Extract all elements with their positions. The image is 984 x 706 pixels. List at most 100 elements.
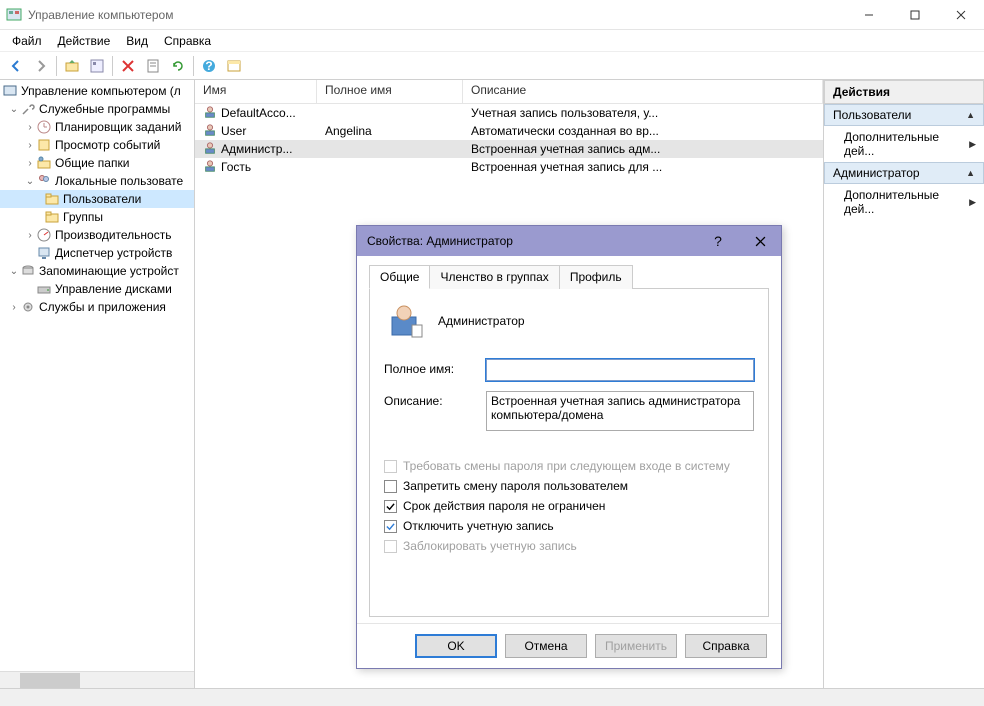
list-row[interactable]: User Angelina Автоматически созданная во в…: [195, 122, 823, 140]
fullname-field[interactable]: [486, 359, 754, 381]
menu-view[interactable]: Вид: [118, 34, 156, 48]
check-label: Заблокировать учетную запись: [403, 539, 577, 553]
actions-more-2[interactable]: Дополнительные дей... ▶: [824, 184, 984, 220]
cell-desc: Встроенная учетная запись адм...: [471, 142, 660, 156]
tree-scrollbar-horizontal[interactable]: [0, 671, 194, 688]
clock-icon: [36, 119, 52, 135]
help-button[interactable]: ?: [197, 54, 221, 78]
tree-label: Запоминающие устройст: [39, 264, 179, 278]
properties-button[interactable]: [141, 54, 165, 78]
tree-shared-folders[interactable]: › Общие папки: [0, 154, 194, 172]
tree-label: Служебные программы: [39, 102, 170, 116]
col-fullname[interactable]: Полное имя: [317, 80, 463, 103]
minimize-button[interactable]: [846, 0, 892, 30]
tree-label: Планировщик заданий: [55, 120, 181, 134]
expand-icon[interactable]: ›: [24, 158, 36, 169]
ok-button[interactable]: OK: [415, 634, 497, 658]
cell-desc: Встроенная учетная запись для ...: [471, 160, 662, 174]
menu-file[interactable]: Файл: [4, 34, 50, 48]
dialog-title: Свойства: Администратор: [367, 234, 697, 248]
tree-local-users[interactable]: ⌄ Локальные пользовате: [0, 172, 194, 190]
disk-icon: [36, 281, 52, 297]
user-icon: [203, 105, 217, 122]
actions-more-1[interactable]: Дополнительные дей... ▶: [824, 126, 984, 162]
tree-services-apps[interactable]: › Службы и приложения: [0, 298, 194, 316]
check-locked: Заблокировать учетную запись: [384, 539, 754, 553]
menu-action[interactable]: Действие: [50, 34, 119, 48]
check-must-change: Требовать смены пароля при следующем вхо…: [384, 459, 754, 473]
tree-performance[interactable]: › Производительность: [0, 226, 194, 244]
tree-groups[interactable]: Группы: [0, 208, 194, 226]
tab-membership[interactable]: Членство в группах: [429, 265, 559, 289]
collapse-icon[interactable]: ⌄: [24, 176, 36, 187]
services-icon: [20, 299, 36, 315]
check-never-expires[interactable]: Срок действия пароля не ограничен: [384, 499, 754, 513]
tree-storage[interactable]: ⌄ Запоминающие устройст: [0, 262, 194, 280]
svg-text:?: ?: [205, 59, 212, 73]
maximize-button[interactable]: [892, 0, 938, 30]
expand-icon[interactable]: ›: [24, 230, 36, 241]
dialog-help-button[interactable]: ?: [697, 226, 739, 256]
help-button[interactable]: Справка: [685, 634, 767, 658]
expand-icon[interactable]: ›: [24, 140, 36, 151]
checkbox-icon[interactable]: [384, 520, 397, 533]
list-row[interactable]: Администр... Встроенная учетная запись ад…: [195, 140, 823, 158]
cancel-button[interactable]: Отмена: [505, 634, 587, 658]
checkbox-icon[interactable]: [384, 480, 397, 493]
submenu-icon: ▶: [969, 197, 976, 208]
collapse-icon: ▲: [966, 168, 975, 178]
list-row[interactable]: ГостьВстроенная учетная запись для ...: [195, 158, 823, 176]
dialog-close-button[interactable]: [739, 226, 781, 256]
tools-icon: [20, 101, 36, 117]
cell-name: User: [221, 124, 246, 138]
checkbox-icon: [384, 460, 397, 473]
tree-device-manager[interactable]: Диспетчер устройств: [0, 244, 194, 262]
cell-name: Администр...: [221, 142, 292, 156]
dialog-titlebar[interactable]: Свойства: Администратор ?: [357, 226, 781, 256]
check-disabled[interactable]: Отключить учетную запись: [384, 519, 754, 533]
check-cannot-change[interactable]: Запретить смену пароля пользователем: [384, 479, 754, 493]
actions-group-users[interactable]: Пользователи ▲: [824, 104, 984, 126]
col-desc[interactable]: Описание: [463, 80, 823, 103]
menu-help[interactable]: Справка: [156, 34, 219, 48]
event-icon: [36, 137, 52, 153]
folder-icon: [44, 191, 60, 207]
expand-icon[interactable]: ›: [8, 302, 20, 313]
delete-button[interactable]: [116, 54, 140, 78]
window-title: Управление компьютером: [28, 8, 846, 22]
forward-button[interactable]: [29, 54, 53, 78]
tree-label: Группы: [63, 210, 103, 224]
check-label: Требовать смены пароля при следующем вхо…: [403, 459, 730, 473]
check-label: Срок действия пароля не ограничен: [403, 499, 605, 513]
col-name[interactable]: Имя: [195, 80, 317, 103]
desc-field[interactable]: [486, 391, 754, 431]
list-row[interactable]: DefaultAcco...Учетная запись пользовател…: [195, 104, 823, 122]
up-button[interactable]: [60, 54, 84, 78]
expand-icon[interactable]: ›: [24, 122, 36, 133]
refresh-button[interactable]: [166, 54, 190, 78]
tree-event-viewer[interactable]: › Просмотр событий: [0, 136, 194, 154]
cell-desc: Автоматически созданная во вр...: [471, 124, 659, 138]
tree-task-scheduler[interactable]: › Планировщик заданий: [0, 118, 194, 136]
tab-general[interactable]: Общие: [369, 265, 430, 289]
apply-button[interactable]: Применить: [595, 634, 677, 658]
perf-icon: [36, 227, 52, 243]
properties-icon[interactable]: [85, 54, 109, 78]
tab-profile[interactable]: Профиль: [559, 265, 633, 289]
submenu-icon: ▶: [969, 139, 976, 150]
tree-service-programs[interactable]: ⌄ Служебные программы: [0, 100, 194, 118]
close-button[interactable]: [938, 0, 984, 30]
cell-fullname: Angelina: [325, 124, 372, 138]
tree-root[interactable]: Управление компьютером (л: [0, 82, 194, 100]
checkbox-icon[interactable]: [384, 500, 397, 513]
actions-group-admin[interactable]: Администратор ▲: [824, 162, 984, 184]
tree-disk-mgmt[interactable]: Управление дисками: [0, 280, 194, 298]
back-button[interactable]: [4, 54, 28, 78]
collapse-icon[interactable]: ⌄: [8, 266, 20, 277]
user-icon: [203, 123, 217, 140]
tree-users[interactable]: Пользователи: [0, 190, 194, 208]
console-button[interactable]: [222, 54, 246, 78]
tree-label: Производительность: [55, 228, 171, 242]
collapse-icon[interactable]: ⌄: [8, 104, 20, 115]
tree-panel: Управление компьютером (л ⌄ Служебные пр…: [0, 80, 195, 688]
